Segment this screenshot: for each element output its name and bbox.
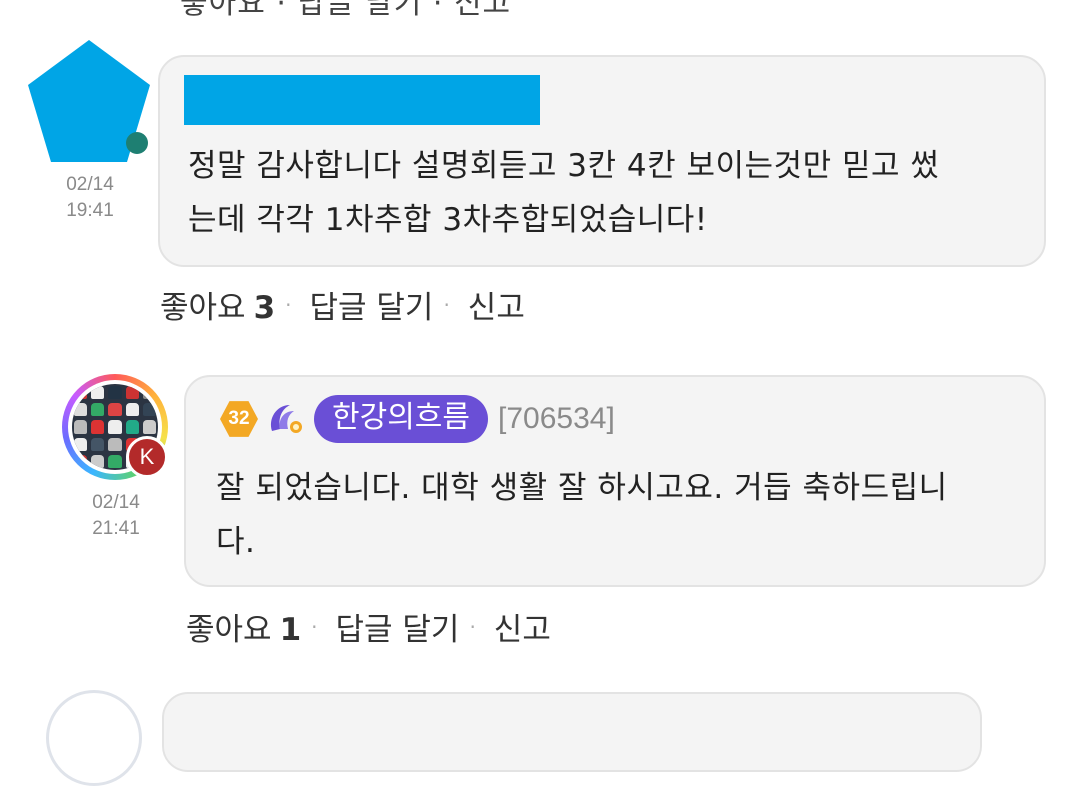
like-count: 3 [253, 290, 276, 326]
nickname-pill[interactable]: 한강의흐름 [314, 395, 488, 443]
comment-date: 02/14 [66, 174, 114, 195]
comment-text-line: 잘 되었습니다. 대학 생활 잘 하시고요. 거듭 축하드립니 [216, 470, 948, 506]
like-button[interactable]: 좋아요 3 [160, 282, 275, 327]
separator-dot: · [443, 292, 450, 317]
like-label: 좋아요 [160, 290, 246, 326]
report-button[interactable]: 신고 [468, 282, 525, 327]
comment-1-text: 정말 감사합니다 설명회듣고 3칸 4칸 보이는것만 믿고 썼 는데 각각 1차… [188, 139, 939, 247]
previous-comment-actions-partial: 좋아요 · 답글 달기 · 신고 [180, 0, 512, 21]
comment-1-avatar[interactable] [26, 38, 156, 168]
comment-2-text: 잘 되었습니다. 대학 생활 잘 하시고요. 거듭 축하드립니 다. [216, 461, 948, 569]
like-button[interactable]: 좋아요 1 [186, 604, 301, 649]
redacted-username [184, 75, 540, 125]
report-button[interactable]: 신고 [494, 604, 551, 649]
comment-text-line: 다. [216, 524, 256, 560]
comment-2-avatar[interactable]: K [62, 374, 172, 484]
comment-1-time: 02/14 19:41 [40, 172, 140, 224]
comment-2-time: 02/14 21:41 [66, 490, 166, 542]
separator-dot: · [311, 614, 318, 639]
comment-1-actions: 좋아요 3 · 답글 달기 · 신고 [160, 282, 525, 327]
level-badge: 32 [220, 401, 258, 437]
comment-clock: 19:41 [66, 200, 114, 221]
separator-dot: · [285, 292, 292, 317]
next-comment-bubble [162, 692, 982, 772]
comment-1-bubble: 정말 감사합니다 설명회듣고 3칸 4칸 보이는것만 믿고 썼 는데 각각 1차… [158, 55, 1046, 267]
reply-button[interactable]: 답글 달기 [310, 282, 434, 327]
like-label: 좋아요 [186, 612, 272, 648]
like-count: 1 [279, 612, 302, 648]
next-comment-avatar[interactable] [46, 690, 142, 786]
k-badge-icon: K [126, 436, 168, 478]
comment-text-line: 정말 감사합니다 설명회듣고 3칸 4칸 보이는것만 믿고 썼 [188, 148, 940, 184]
reply-button[interactable]: 답글 달기 [336, 604, 460, 649]
author-row: 32 한강의흐름 [706534] [220, 393, 615, 445]
comment-clock: 21:41 [92, 518, 140, 539]
comment-date: 02/14 [92, 492, 140, 513]
avatar-status-dot [126, 132, 148, 154]
separator-dot: · [469, 614, 476, 639]
rank-emblem-icon [270, 405, 302, 433]
comment-text-line: 는데 각각 1차추합 3차추합되었습니다! [188, 202, 708, 238]
comment-2-bubble: 32 한강의흐름 [706534] 잘 되었습니다. 대학 생활 잘 하시고요.… [184, 375, 1046, 587]
user-id: [706534] [498, 402, 615, 435]
comment-2-actions: 좋아요 1 · 답글 달기 · 신고 [186, 604, 551, 649]
